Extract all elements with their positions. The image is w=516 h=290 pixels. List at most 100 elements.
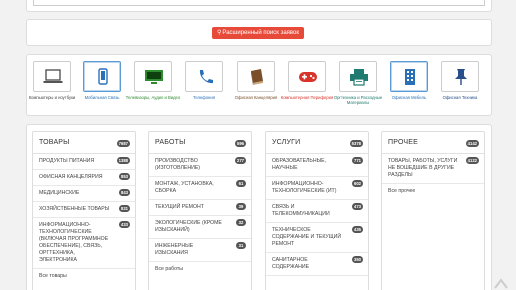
mobile-phone-icon	[98, 68, 108, 85]
category-tile[interactable]	[134, 61, 172, 92]
category-label: Компьютеры и ноутбуки	[28, 95, 76, 100]
count-badge: 5378	[349, 140, 363, 147]
count-badge: 473	[352, 203, 363, 210]
count-badge: 350	[352, 256, 363, 263]
category-label: Телевизоры, Аудио и Видео	[125, 95, 181, 100]
list-item[interactable]: ТЕХНИЧЕСКОЕ СОДЕРЖАНИЕ И ТЕКУЩИЙ РЕМОНТ 4…	[266, 223, 368, 253]
category-tile[interactable]	[288, 61, 326, 92]
count-badge: 433	[119, 221, 130, 228]
category-tile[interactable]	[339, 61, 377, 92]
count-badge: 7687	[116, 140, 130, 147]
list-item[interactable]: ИНФОРМАЦИОННО-ТЕХНОЛОГИЧЕСКИЕ (ВКЛЮЧАЯ П…	[33, 218, 135, 269]
category-label: Телефония	[193, 95, 215, 100]
phone-handset-icon	[199, 70, 213, 84]
category-stationery[interactable]: Офисная Канцелярия	[235, 61, 277, 100]
list-item[interactable]: ПРОИЗВОДСТВО (ИЗГОТОВЛЕНИЕ) 277	[149, 154, 251, 177]
list-item-label: ЭКОЛОГИЧЕСКИЕ (КРОМЕ ИЗЫСКАНИЙ)	[155, 220, 222, 233]
all-other-link[interactable]: Все прочее	[382, 184, 484, 199]
tv-icon	[145, 70, 163, 84]
category-furniture[interactable]: Офисная Мебель	[390, 61, 430, 100]
column-works: РАБОТЫ 596 ПРОИЗВОДСТВО (ИЗГОТОВЛЕНИЕ) 27…	[148, 131, 252, 290]
column-header[interactable]: РАБОТЫ 596	[149, 132, 251, 154]
count-badge: 853	[119, 173, 130, 180]
list-item-label: ТЕХНИЧЕСКОЕ СОДЕРЖАНИЕ И ТЕКУЩИЙ РЕМОНТ	[272, 227, 342, 247]
category-label: Мобильная Связь	[84, 95, 120, 100]
building-icon	[405, 69, 415, 85]
count-badge: 831	[119, 205, 130, 212]
count-badge: 39	[236, 203, 246, 210]
list-item[interactable]: ХОЗЯЙСТВЕННЫЕ ТОВАРЫ 831	[33, 202, 135, 218]
list-item[interactable]: ТОВАРЫ, РАБОТЫ, УСЛУГИ НЕ ВОШЕДШИЕ В ДРУ…	[382, 154, 484, 184]
list-item[interactable]: МЕДИЦИНСКИЕ 843	[33, 186, 135, 202]
category-label: Оргтехника и Расходные Материалы	[333, 95, 383, 105]
laptop-icon	[43, 69, 63, 83]
list-item-label: ПРОИЗВОДСТВО (ИЗГОТОВЛЕНИЕ)	[155, 158, 201, 171]
category-office-appliances[interactable]: Офисная Техника	[441, 61, 481, 100]
list-item-label: МОНТАЖ, УСТАНОВКА, СБОРКА	[155, 181, 214, 194]
list-item-label: ИНФОРМАЦИОННО-ТЕХНОЛОГИЧЕСКИЕ (ИТ)	[272, 181, 337, 194]
list-item-label: ОФИСНАЯ КАНЦЕЛЯРИЯ	[39, 174, 103, 180]
list-item[interactable]: СВЯЗЬ И ТЕЛЕКОММУНИКАЦИИ 473	[266, 200, 368, 223]
search-input[interactable]	[33, 0, 485, 6]
count-badge: 843	[119, 189, 130, 196]
list-item-label: САНИТАРНОЕ СОДЕРЖАНИЕ	[272, 257, 310, 270]
category-peripherals[interactable]: Компьютерная Периферия	[281, 61, 333, 100]
count-badge: 32	[236, 219, 246, 226]
list-item-label: ИНФОРМАЦИОННО-ТЕХНОЛОГИЧЕСКИЕ (ВКЛЮЧАЯ П…	[39, 222, 109, 263]
count-badge: 4142	[465, 140, 479, 147]
column-header[interactable]: ТОВАРЫ 7687	[33, 132, 135, 154]
category-label: Офисная Мебель	[391, 95, 427, 100]
advanced-search-button[interactable]: ⚲Расширенный поиск заявок	[212, 27, 304, 39]
list-item[interactable]: МОНТАЖ, УСТАНОВКА, СБОРКА 61	[149, 177, 251, 200]
column-header[interactable]: ПРОЧЕЕ 4142	[382, 132, 484, 154]
list-item[interactable]: ИНЖЕНЕРНЫЕ ИЗЫСКАНИЯ 31	[149, 239, 251, 262]
list-item[interactable]: ОБРАЗОВАТЕЛЬНЫЕ, НАУЧНЫЕ 771	[266, 154, 368, 177]
category-tv[interactable]: Телевизоры, Аудио и Видео	[126, 61, 180, 100]
category-tile[interactable]	[390, 61, 428, 92]
count-badge: 596	[235, 140, 246, 147]
list-item-label: МЕДИЦИНСКИЕ	[39, 190, 80, 196]
count-badge: 1388	[116, 157, 130, 164]
category-tile[interactable]	[83, 61, 121, 92]
list-item-label: ТЕКУЩИЙ РЕМОНТ	[155, 204, 204, 210]
column-goods: ТОВАРЫ 7687 ПРОДУКТЫ ПИТАНИЯ 1388 ОФИСНАЯ…	[32, 131, 136, 290]
category-office-equipment[interactable]: Оргтехника и Расходные Материалы	[334, 61, 382, 105]
count-badge: 435	[352, 226, 363, 233]
list-item[interactable]: ТЕКУЩИЙ РЕМОНТ 39	[149, 200, 251, 216]
list-item[interactable]: ЭКОЛОГИЧЕСКИЕ (КРОМЕ ИЗЫСКАНИЙ) 32	[149, 216, 251, 239]
category-mobile[interactable]: Мобильная Связь	[83, 61, 123, 100]
count-badge: 4122	[465, 157, 479, 164]
chevron-up-icon[interactable]	[494, 276, 508, 290]
list-item[interactable]: ОФИСНАЯ КАНЦЕЛЯРИЯ 853	[33, 170, 135, 186]
column-header[interactable]: УСЛУГИ 5378	[266, 132, 368, 154]
pushpin-icon	[455, 69, 467, 85]
list-item-label: ХОЗЯЙСТВЕННЫЕ ТОВАРЫ	[39, 206, 110, 212]
list-item-label: ОБРАЗОВАТЕЛЬНЫЕ, НАУЧНЫЕ	[272, 158, 327, 171]
category-label: Офисная Канцелярия	[234, 95, 278, 100]
list-item[interactable]: ИНФОРМАЦИОННО-ТЕХНОЛОГИЧЕСКИЕ (ИТ) 602	[266, 177, 368, 200]
category-tile[interactable]	[441, 61, 479, 92]
column-title: УСЛУГИ	[272, 139, 301, 146]
column-services: УСЛУГИ 5378 ОБРАЗОВАТЕЛЬНЫЕ, НАУЧНЫЕ 771 …	[265, 131, 369, 290]
gamepad-icon	[299, 72, 317, 82]
search-icon: ⚲	[217, 30, 222, 36]
category-tile[interactable]	[237, 61, 275, 92]
category-tile[interactable]	[185, 61, 223, 92]
list-item-label: ИНЖЕНЕРНЫЕ ИЗЫСКАНИЯ	[155, 243, 194, 256]
list-item-label: ТОВАРЫ, РАБОТЫ, УСЛУГИ НЕ ВОШЕДШИЕ В ДРУ…	[388, 158, 458, 178]
category-computers[interactable]: Компьютеры и ноутбуки	[29, 61, 75, 100]
all-works-link[interactable]: Все работы	[149, 262, 251, 277]
count-badge: 61	[236, 180, 246, 187]
list-item-label: ПРОДУКТЫ ПИТАНИЯ	[39, 158, 95, 164]
column-other: ПРОЧЕЕ 4142 ТОВАРЫ, РАБОТЫ, УСЛУГИ НЕ ВО…	[381, 131, 485, 290]
advanced-search-label: Расширенный поиск заявок	[222, 30, 299, 36]
category-tile[interactable]	[33, 61, 71, 92]
count-badge: 602	[352, 180, 363, 187]
list-item[interactable]: ПРОДУКТЫ ПИТАНИЯ 1388	[33, 154, 135, 170]
all-goods-link[interactable]: Все товары	[33, 269, 135, 284]
category-telephony[interactable]: Телефония	[185, 61, 225, 100]
list-item-label: СВЯЗЬ И ТЕЛЕКОММУНИКАЦИИ	[272, 204, 330, 217]
count-badge: 277	[235, 157, 246, 164]
column-title: ПРОЧЕЕ	[388, 139, 419, 146]
list-item[interactable]: САНИТАРНОЕ СОДЕРЖАНИЕ 350	[266, 253, 368, 276]
